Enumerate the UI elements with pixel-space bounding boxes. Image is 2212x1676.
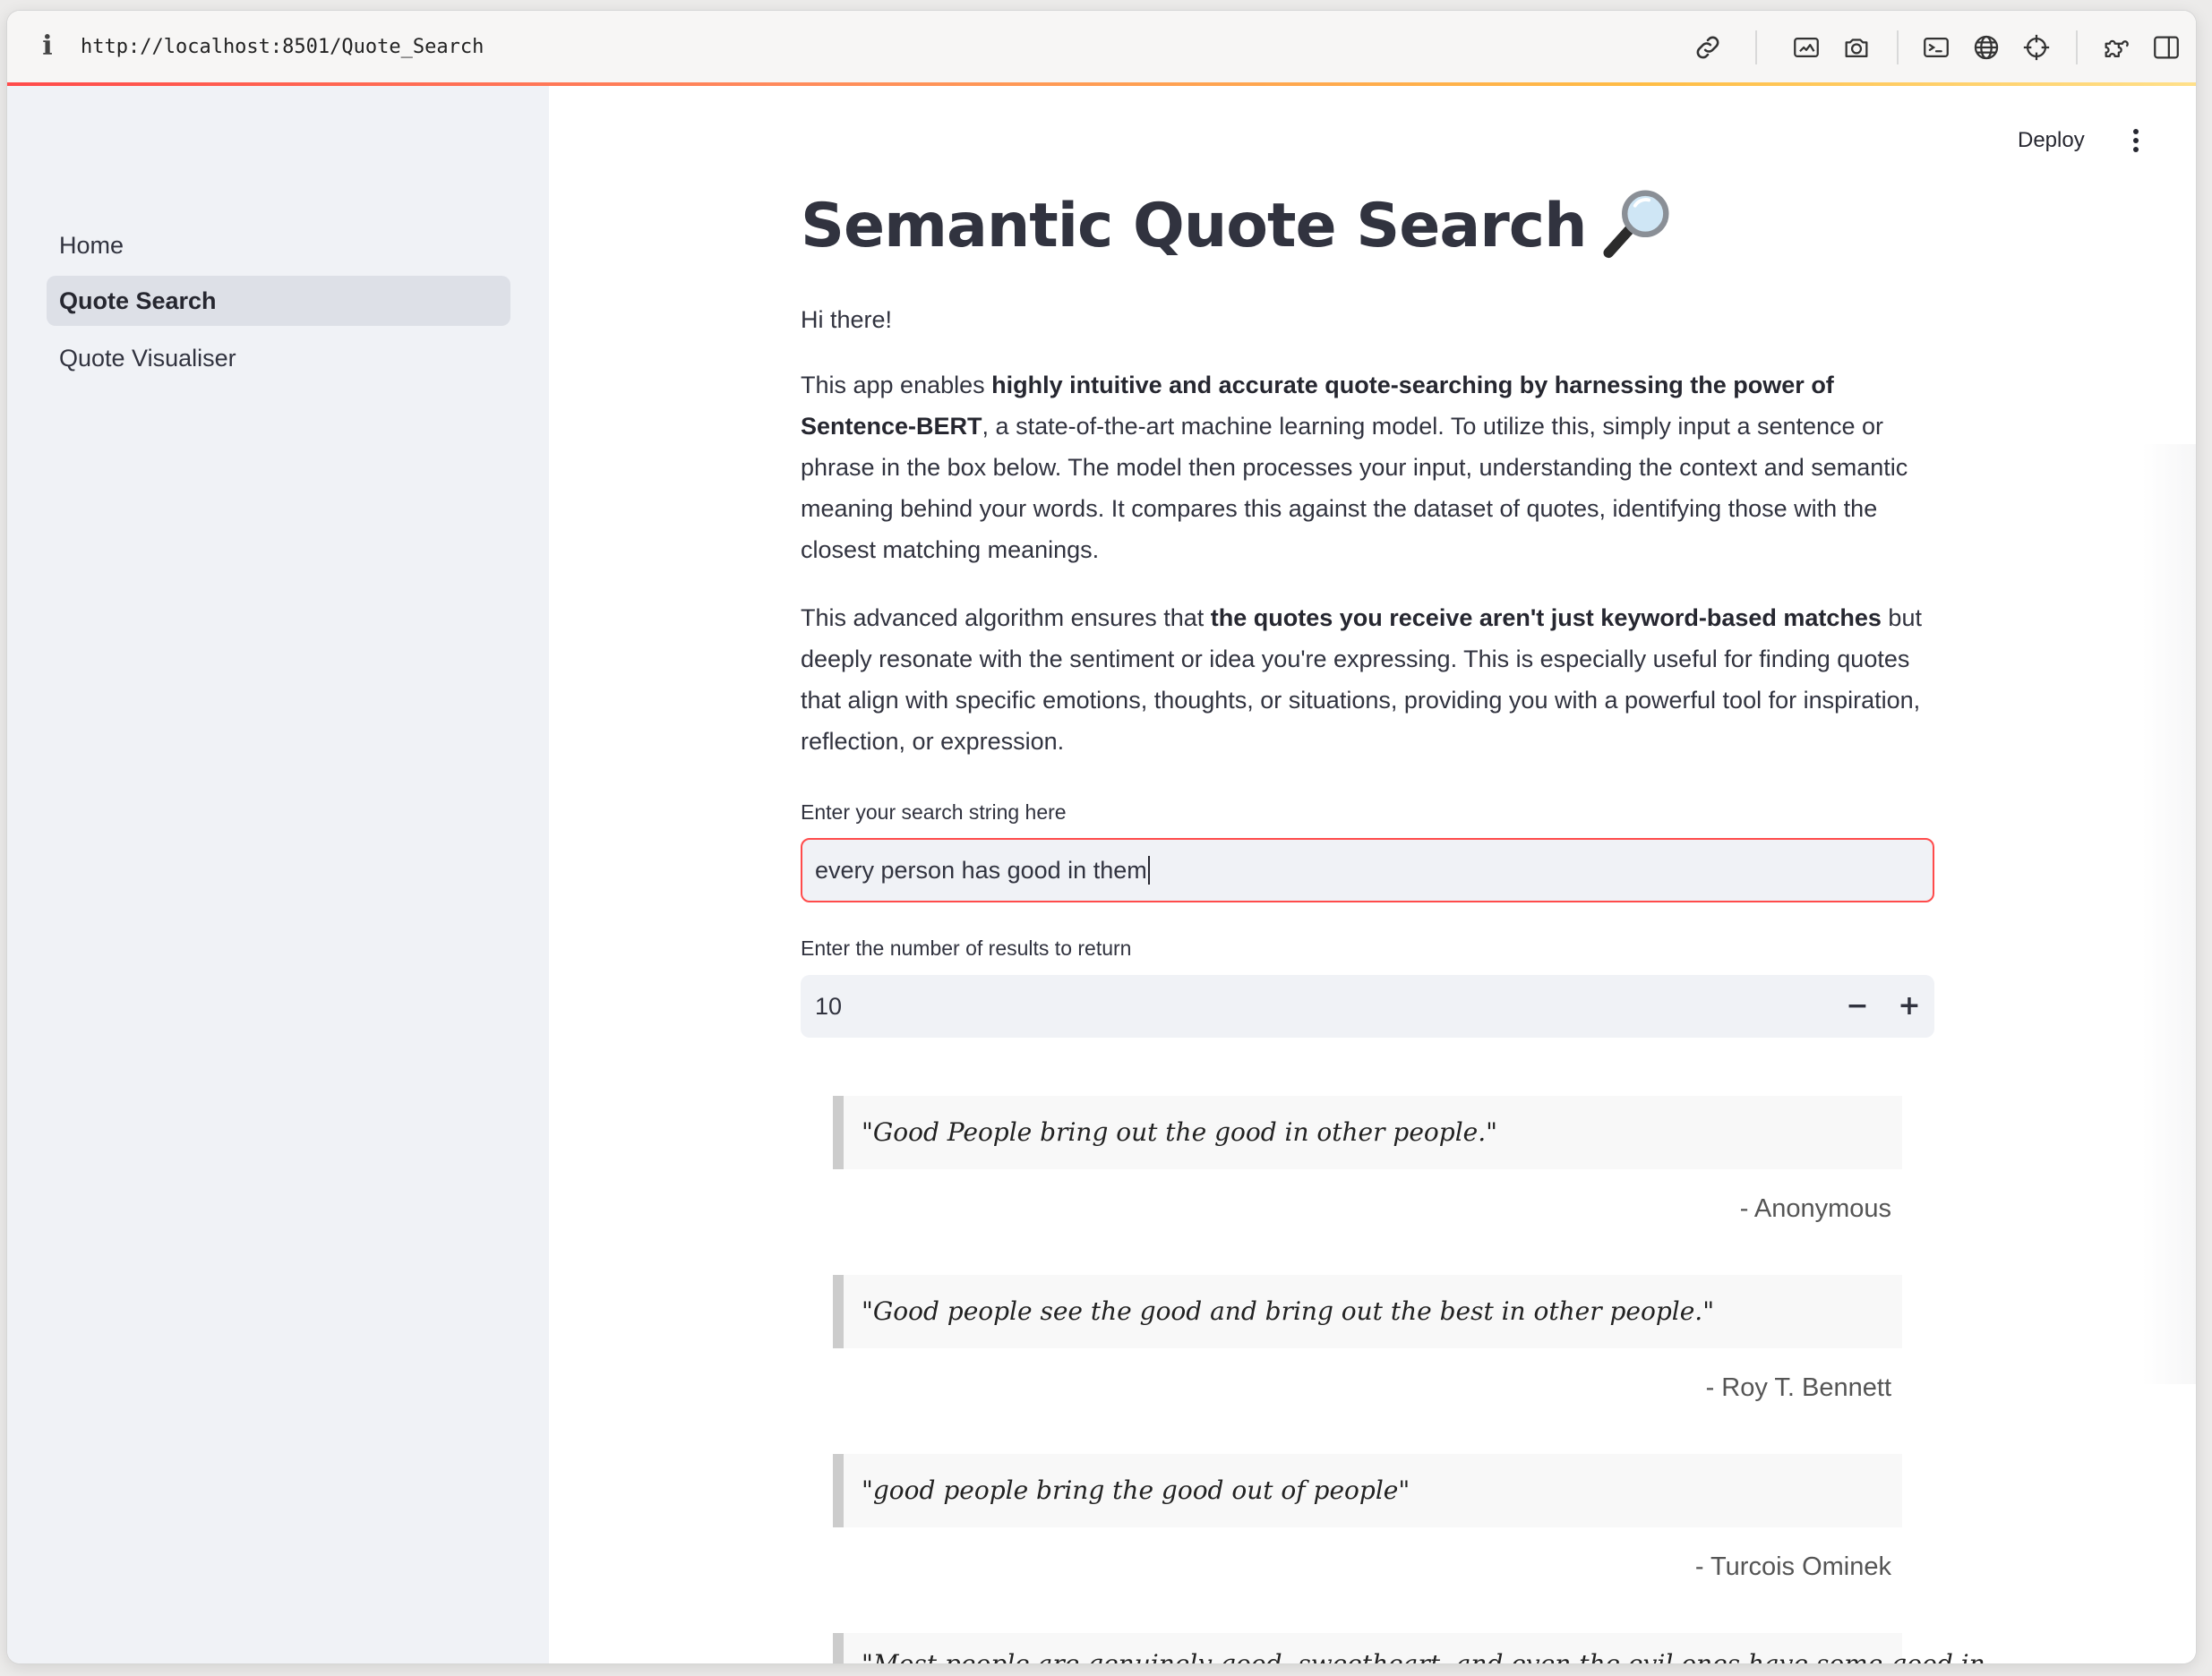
sidebar-item-quote-visualiser[interactable]: Quote Visualiser bbox=[47, 333, 510, 383]
terminal-icon[interactable] bbox=[1921, 32, 1951, 63]
num-results-stepper[interactable]: 10 − + bbox=[801, 975, 1934, 1038]
crosshair-icon[interactable] bbox=[2021, 32, 2052, 63]
globe-icon[interactable] bbox=[1971, 32, 2002, 63]
split-view-icon[interactable] bbox=[2151, 32, 2182, 63]
page-title-text: Semantic Quote Search bbox=[801, 191, 1588, 261]
link-icon[interactable] bbox=[1693, 32, 1723, 63]
quote-author: - Turcois Ominek bbox=[1694, 1552, 1891, 1581]
quote-author: - Roy T. Bennett bbox=[1705, 1373, 1891, 1402]
num-results-label: Enter the number of results to return bbox=[801, 936, 1132, 960]
quote-block: "Most people are genuinely good, sweethe… bbox=[833, 1633, 1985, 1663]
info-icon[interactable]: i bbox=[38, 30, 57, 63]
main-menu-icon[interactable] bbox=[2127, 125, 2145, 156]
quote-text: "Good People bring out the good in other… bbox=[862, 1117, 1497, 1147]
quote-text: "Most people are genuinely good, sweethe… bbox=[862, 1628, 1985, 1663]
search-input-value: every person has good in them bbox=[815, 857, 1147, 884]
increment-button[interactable]: + bbox=[1884, 975, 1934, 1038]
text-caret bbox=[1147, 855, 1150, 885]
quote-block: "Good People bring out the good in other… bbox=[833, 1096, 1902, 1169]
intro-paragraph-1: This app enables highly intuitive and ac… bbox=[801, 364, 1934, 570]
sidebar: Home Quote Search Quote Visualiser bbox=[7, 86, 549, 1663]
scroll-shadow bbox=[2142, 444, 2196, 1384]
address-bar[interactable]: http://localhost:8501/Quote_Search bbox=[81, 32, 484, 63]
search-input[interactable]: every person has good in them bbox=[801, 838, 1934, 902]
num-results-value[interactable]: 10 bbox=[815, 975, 842, 1038]
deploy-button[interactable]: Deploy bbox=[2018, 125, 2085, 156]
screenshot-icon[interactable] bbox=[1791, 32, 1822, 63]
intro-p2-prefix: This advanced algorithm ensures that bbox=[801, 604, 1211, 631]
greeting-text: Hi there! bbox=[801, 306, 893, 333]
quote-text: "good people bring the good out of peopl… bbox=[862, 1475, 1410, 1505]
browser-window: i http://localhost:8501/Quote_Search Hom… bbox=[7, 11, 2196, 1663]
quote-text: "Good people see the good and bring out … bbox=[862, 1296, 1715, 1326]
toolbar-divider bbox=[2076, 30, 2078, 64]
sidebar-item-quote-search[interactable]: Quote Search bbox=[47, 276, 510, 326]
main-content: Deploy Semantic Quote Search Hi there! T… bbox=[549, 86, 2196, 1663]
toolbar-divider bbox=[1897, 30, 1899, 64]
quote-author: - Anonymous bbox=[1739, 1194, 1891, 1223]
camera-icon[interactable] bbox=[1841, 32, 1872, 63]
browser-toolbar: i http://localhost:8501/Quote_Search bbox=[7, 11, 2196, 82]
intro-p1-prefix: This app enables bbox=[801, 372, 992, 398]
page-title: Semantic Quote Search bbox=[801, 186, 1673, 267]
toolbar-divider bbox=[1755, 30, 1757, 64]
search-input-label: Enter your search string here bbox=[801, 800, 1067, 824]
intro-paragraph-2: This advanced algorithm ensures that the… bbox=[801, 597, 1934, 762]
quote-block: "good people bring the good out of peopl… bbox=[833, 1454, 1902, 1527]
sidebar-item-home[interactable]: Home bbox=[47, 220, 510, 270]
puzzle-icon[interactable] bbox=[2101, 32, 2131, 63]
quote-block: "Good people see the good and bring out … bbox=[833, 1275, 1902, 1348]
intro-p2-bold: the quotes you receive aren't just keywo… bbox=[1210, 604, 1882, 631]
magnifying-glass-icon bbox=[1599, 186, 1673, 260]
decrement-button[interactable]: − bbox=[1832, 975, 1882, 1038]
